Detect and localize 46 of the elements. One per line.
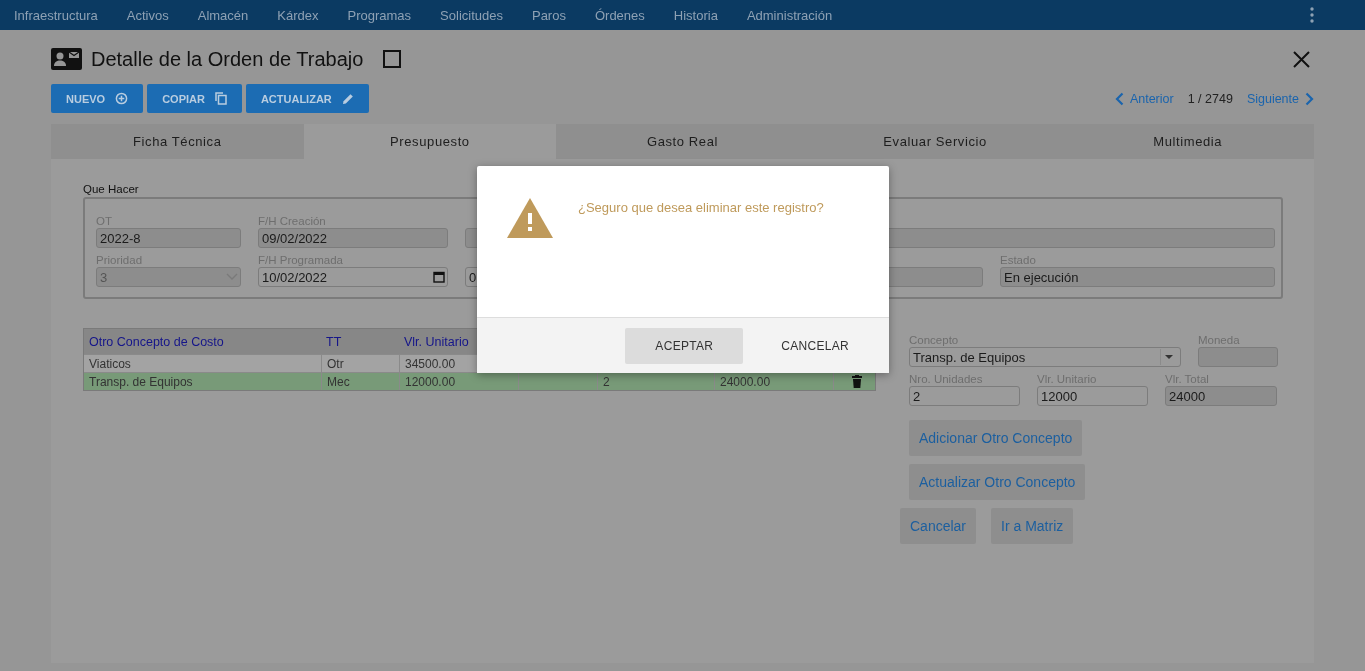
checkbox[interactable] bbox=[383, 50, 402, 68]
copy-icon bbox=[214, 92, 227, 105]
nav-link[interactable]: Kárdex bbox=[277, 7, 319, 23]
nav-link[interactable]: Administración bbox=[746, 7, 833, 23]
nav-link[interactable]: Almacén bbox=[197, 7, 249, 23]
nav-link[interactable]: Paros bbox=[531, 7, 566, 23]
toolbar-button[interactable]: ACTUALIZAR bbox=[245, 84, 369, 113]
tab[interactable]: Evaluar Servicio bbox=[808, 124, 1062, 159]
table-row[interactable]: Transp. de Equipos Mec 12000.00 2 24000.00 bbox=[84, 372, 875, 390]
pencil-icon bbox=[341, 92, 354, 105]
chevron-left-icon bbox=[1114, 91, 1124, 106]
dialog-button[interactable]: ACEPTAR bbox=[625, 327, 744, 364]
column-header: Vlr. Unitario bbox=[403, 333, 470, 351]
input-field[interactable]: 2 bbox=[909, 386, 1020, 406]
nav-link[interactable]: Órdenes bbox=[594, 7, 645, 23]
toolbar-button[interactable]: COPIAR bbox=[147, 84, 242, 113]
dialog-button[interactable]: CANCELAR bbox=[751, 327, 879, 364]
table-cell-text: Viaticos bbox=[88, 355, 132, 372]
column-header: TT bbox=[325, 333, 343, 351]
trash-icon[interactable] bbox=[852, 375, 862, 388]
column-header: Otro Concepto de Costo bbox=[88, 333, 225, 351]
nav-link[interactable]: Historia bbox=[673, 7, 718, 23]
nav-link[interactable]: Activos bbox=[126, 7, 169, 23]
warning-icon bbox=[507, 198, 553, 238]
nav-link[interactable]: Infraestructura bbox=[14, 7, 98, 23]
date-field[interactable]: 10/02/2022 bbox=[258, 267, 448, 287]
table-cell-text: Transp. de Equipos bbox=[88, 373, 194, 390]
nav-link[interactable]: Solicitudes bbox=[440, 7, 503, 23]
calendar-icon bbox=[433, 271, 445, 283]
record-position: 1 / 2749 bbox=[1187, 91, 1233, 106]
page-title: Detalle de la Orden de Trabajo bbox=[91, 47, 364, 71]
section-legend: Que Hacer bbox=[83, 183, 1282, 195]
input-field[interactable]: 12000 bbox=[1037, 386, 1148, 406]
tab[interactable]: Multimedia bbox=[1061, 124, 1314, 159]
kebab-menu-icon[interactable] bbox=[1310, 7, 1314, 23]
toolbar-button[interactable]: NUEVO bbox=[51, 84, 144, 113]
tab[interactable]: Ficha Técnica bbox=[51, 124, 304, 159]
plus-circle-icon bbox=[115, 92, 129, 105]
contact-card-icon bbox=[51, 48, 82, 70]
dialog-message: ¿Seguro que desea eliminar este registro? bbox=[578, 199, 824, 217]
select-field[interactable]: Transp. de Equipos bbox=[909, 347, 1181, 367]
chevron-right-icon bbox=[1305, 91, 1314, 106]
tab[interactable]: Gasto Real bbox=[556, 124, 809, 159]
table-cell: Mec bbox=[321, 373, 399, 390]
close-icon[interactable] bbox=[1293, 50, 1310, 68]
nav-link[interactable]: Programas bbox=[347, 7, 412, 23]
